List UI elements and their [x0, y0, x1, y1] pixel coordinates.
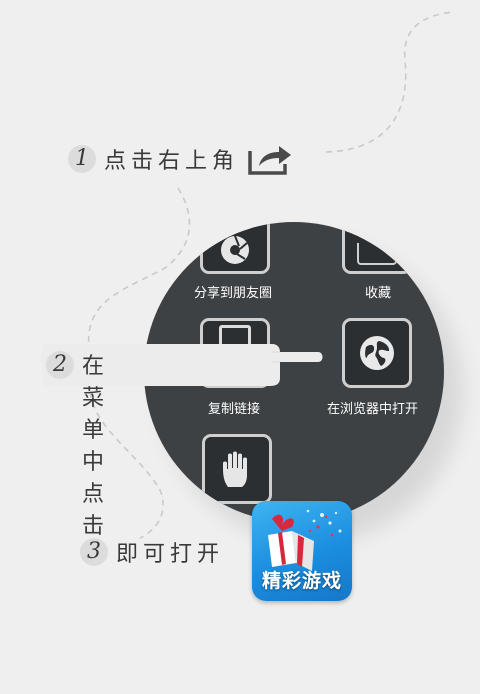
step-2-text: 在菜单中点击	[82, 354, 110, 539]
step-3-number: 3	[80, 538, 108, 566]
menu-label-moments: 分享到朋友圈	[194, 286, 273, 301]
app-icon[interactable]: 精彩游戏	[252, 501, 352, 601]
step-1-number: 1	[68, 145, 96, 173]
menu-label-open-in-browser: 在浏览器中打开	[327, 402, 419, 417]
step-1: 1 点击右上角	[68, 142, 293, 176]
menu-item-moments[interactable]	[200, 222, 270, 274]
favorite-icon	[357, 243, 397, 265]
menu-item-open-in-browser[interactable]	[342, 318, 412, 388]
menu-item-favorite[interactable]	[342, 222, 412, 274]
hand-icon	[223, 451, 247, 487]
step-3-text: 即可打开	[116, 542, 225, 567]
menu-item-hand[interactable]	[202, 434, 272, 504]
step-2-number: 2	[46, 351, 74, 379]
step-1-text: 点击右上角	[104, 149, 240, 174]
menu-label-copy-link: 复制链接	[208, 402, 261, 417]
menu-label-favorite: 收藏	[365, 286, 392, 301]
step-3: 3 即可打开	[80, 536, 224, 568]
globe-icon	[360, 336, 394, 370]
share-icon	[248, 146, 292, 175]
tutorial-screen: { "steps": [ {"number": "1", "text": "点击…	[0, 0, 480, 694]
camera-shutter-icon	[221, 235, 249, 264]
app-label: 精彩游戏	[261, 570, 342, 592]
